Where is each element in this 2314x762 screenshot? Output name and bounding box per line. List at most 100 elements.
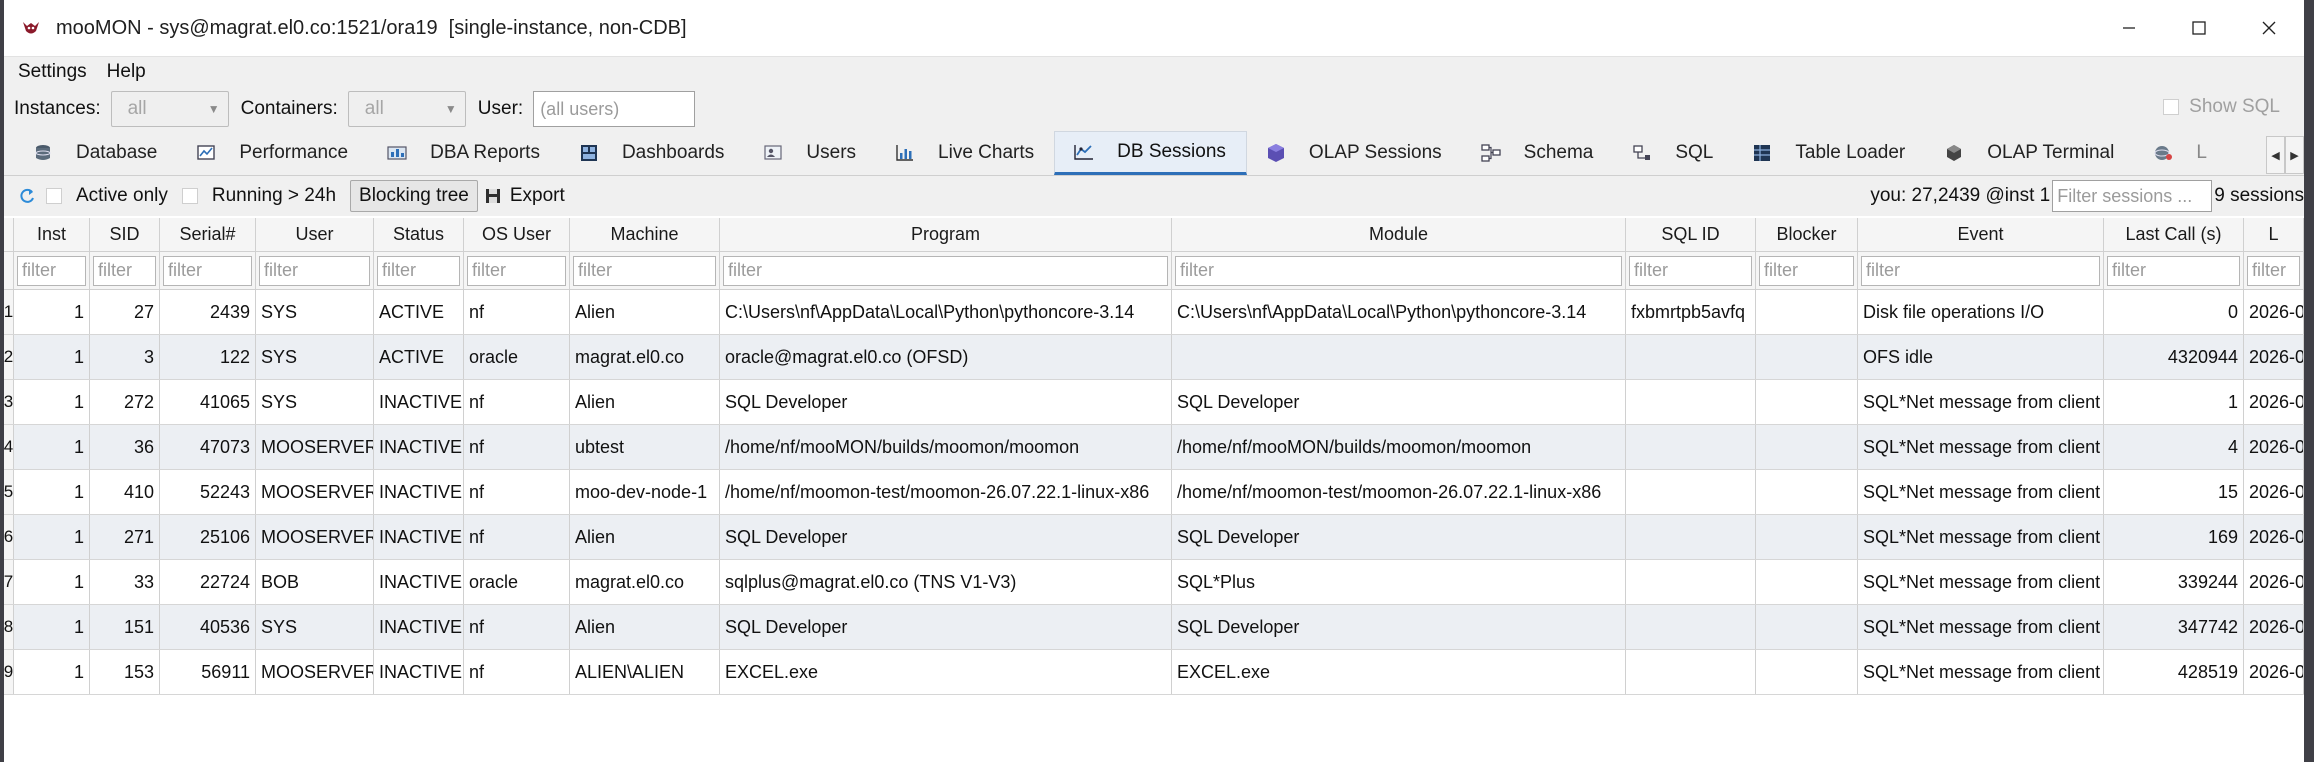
- column-header-serial[interactable]: Serial#: [160, 218, 256, 251]
- active-only-checkbox[interactable]: [46, 188, 62, 204]
- column-header-logon[interactable]: L: [2244, 218, 2304, 251]
- olap-terminal-icon: [1943, 142, 1965, 164]
- running-24h-toggle[interactable]: Running > 24h: [181, 185, 336, 207]
- show-sql-toggle[interactable]: Show SQL: [2163, 96, 2280, 118]
- toolbar-right: you: 27,2439 @inst 1 Filter sessions ...…: [1870, 180, 2304, 212]
- column-filter-input-sql-id[interactable]: filter: [1629, 255, 1752, 286]
- column-header-last-call[interactable]: Last Call (s): [2104, 218, 2244, 251]
- column-filter-input-inst[interactable]: filter: [17, 255, 86, 286]
- containers-combo[interactable]: all ▼: [347, 91, 466, 127]
- tab-label: Table Loader: [1795, 142, 1906, 163]
- instances-combo[interactable]: all ▼: [110, 91, 229, 127]
- blocking-tree-button[interactable]: Blocking tree: [350, 180, 478, 212]
- column-filter-input-serial[interactable]: filter: [163, 255, 252, 286]
- column-header-sql-id[interactable]: SQL ID: [1626, 218, 1756, 251]
- tab-scroll-left-button[interactable]: ◀: [2266, 136, 2285, 174]
- maximize-button[interactable]: [2164, 0, 2234, 56]
- filter-sessions-input[interactable]: Filter sessions ...: [2052, 180, 2213, 212]
- moomon-app-icon: [20, 17, 42, 39]
- cell-sid: 3: [90, 335, 160, 379]
- column-header-user[interactable]: User: [256, 218, 374, 251]
- menu-settings[interactable]: Settings: [18, 61, 87, 83]
- cell-blocker: [1756, 470, 1858, 514]
- tab-users[interactable]: Users: [744, 131, 876, 175]
- cell-sid: 153: [90, 650, 160, 694]
- tab-schema[interactable]: Schema: [1462, 131, 1614, 175]
- menu-bar: Settings Help: [4, 56, 2304, 86]
- cell-event: SQL*Net message from client: [1858, 425, 2104, 469]
- column-filter-input-status[interactable]: filter: [377, 255, 460, 286]
- column-filter-input-blocker[interactable]: filter: [1759, 255, 1854, 286]
- column-filter-input-program[interactable]: filter: [723, 255, 1168, 286]
- table-row[interactable]: 4 1 36 47073 MOOSERVER INACTIVE nf ubtest/home/…: [4, 425, 2304, 470]
- cell-serial: 2439: [160, 290, 256, 334]
- tab-dba-reports[interactable]: DBA Reports: [368, 131, 560, 175]
- filter-cell-blocker: filter: [1756, 252, 1858, 289]
- db-sessions-icon: [1073, 141, 1095, 163]
- table-row[interactable]: 5 1 410 52243 MOOSERVER INACTIVE nf moo-dev-nod…: [4, 470, 2304, 515]
- column-header-program[interactable]: Program: [720, 218, 1172, 251]
- instances-label: Instances:: [14, 98, 101, 119]
- row-number: 1: [4, 290, 14, 334]
- cell-event: SQL*Net message from client: [1858, 650, 2104, 694]
- tab-label: DBA Reports: [430, 142, 540, 163]
- column-header-module[interactable]: Module: [1172, 218, 1626, 251]
- cell-sql-id: [1626, 425, 1756, 469]
- tab-db-sessions[interactable]: DB Sessions: [1054, 131, 1247, 175]
- chevron-right-icon: ▶: [2290, 149, 2299, 162]
- column-filter-input-user[interactable]: filter: [259, 255, 370, 286]
- column-header-status[interactable]: Status: [374, 218, 464, 251]
- column-filter-input-logon[interactable]: filter: [2247, 255, 2300, 286]
- column-header-inst[interactable]: Inst: [14, 218, 90, 251]
- minimize-button[interactable]: [2094, 0, 2164, 56]
- column-filter-input-module[interactable]: filter: [1175, 255, 1622, 286]
- table-row[interactable]: 9 1 153 56911 MOOSERVER INACTIVE nf ALIEN\ALIEN…: [4, 650, 2304, 695]
- table-row[interactable]: 2 1 3 122 SYS ACTIVE oracle magrat.el0.co oracle…: [4, 335, 2304, 380]
- table-row[interactable]: 7 1 33 22724 BOB INACTIVE oracle magrat.el0.co s…: [4, 560, 2304, 605]
- tab-database[interactable]: Database: [14, 131, 177, 175]
- column-filter-input-last-call[interactable]: filter: [2107, 255, 2240, 286]
- refresh-button[interactable]: [18, 187, 36, 205]
- cell-user: MOOSERVER: [256, 650, 374, 694]
- column-header-blocker[interactable]: Blocker: [1756, 218, 1858, 251]
- tab-sql[interactable]: SQL: [1613, 131, 1733, 175]
- tab-scroll-right-button[interactable]: ▶: [2285, 136, 2304, 174]
- cell-logon: 2026-07: [2244, 560, 2304, 604]
- user-filter-input[interactable]: (all users): [533, 91, 696, 127]
- show-sql-checkbox[interactable]: [2163, 99, 2180, 115]
- column-header-machine[interactable]: Machine: [570, 218, 720, 251]
- column-filter-input-sid[interactable]: filter: [93, 255, 156, 286]
- row-number: 8: [4, 605, 14, 649]
- running-24h-checkbox[interactable]: [181, 188, 198, 204]
- table-row[interactable]: 8 1 151 40536 SYS INACTIVE nf Alien SQL Develope…: [4, 605, 2304, 650]
- tab-overflow[interactable]: L: [2134, 131, 2207, 175]
- column-header-event[interactable]: Event: [1858, 218, 2104, 251]
- table-row[interactable]: 3 1 272 41065 SYS INACTIVE nf Alien SQL Develope…: [4, 380, 2304, 425]
- filter-cell-user: filter: [256, 252, 374, 289]
- close-button[interactable]: [2234, 0, 2304, 56]
- tab-table-loader[interactable]: Table Loader: [1733, 131, 1925, 175]
- cell-blocker: [1756, 335, 1858, 379]
- column-filter-input-os-user[interactable]: filter: [467, 255, 566, 286]
- cell-last-call: 15: [2104, 470, 2244, 514]
- window-title: mooMON - sys@magrat.el0.co:1521/ora19 [s…: [56, 16, 687, 39]
- column-filter-input-machine[interactable]: filter: [573, 255, 716, 286]
- tab-dashboards[interactable]: Dashboards: [560, 131, 744, 175]
- export-button[interactable]: Export: [484, 185, 565, 207]
- tab-olap-terminal[interactable]: OLAP Terminal: [1925, 131, 2134, 175]
- cell-sid: 36: [90, 425, 160, 469]
- menu-help[interactable]: Help: [107, 61, 146, 83]
- active-only-toggle[interactable]: Active only: [46, 185, 168, 207]
- column-header-os-user[interactable]: OS User: [464, 218, 570, 251]
- column-filter-input-event[interactable]: filter: [1861, 255, 2100, 286]
- table-row[interactable]: 1 1 27 2439 SYS ACTIVE nf Alien C:\Users\nf\AppD…: [4, 290, 2304, 335]
- tab-performance[interactable]: Performance: [177, 131, 368, 175]
- row-number: 6: [4, 515, 14, 559]
- user-label: User:: [477, 98, 524, 119]
- column-header-sid[interactable]: SID: [90, 218, 160, 251]
- cell-os-user: nf: [464, 425, 570, 469]
- table-row[interactable]: 6 1 271 25106 MOOSERVER INACTIVE nf Alien SQL De…: [4, 515, 2304, 560]
- tab-olap-sessions[interactable]: OLAP Sessions: [1247, 131, 1462, 175]
- tab-live-charts[interactable]: Live Charts: [876, 131, 1054, 175]
- cell-sid: 271: [90, 515, 160, 559]
